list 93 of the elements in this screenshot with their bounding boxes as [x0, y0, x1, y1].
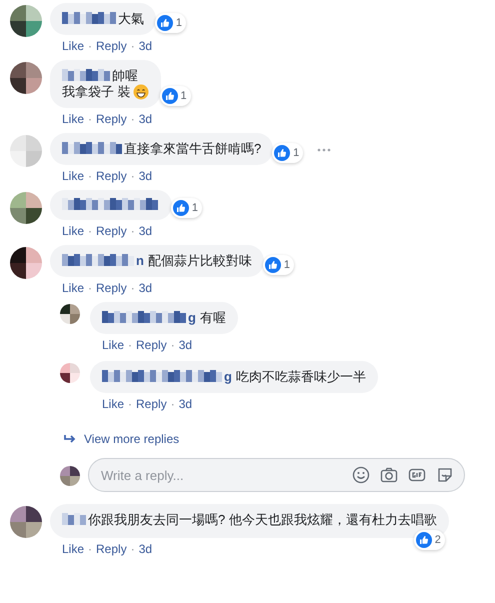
avatar[interactable] [60, 466, 80, 486]
reply-arrow-icon [64, 434, 76, 444]
like-link[interactable]: Like [102, 397, 124, 411]
separator-dot: · [170, 338, 175, 352]
avatar[interactable] [10, 192, 42, 224]
reply-link[interactable]: Reply [96, 224, 127, 238]
reaction-count: 1 [293, 146, 300, 161]
pixelated-name[interactable] [62, 513, 86, 527]
reaction-count: 1 [176, 16, 182, 31]
avatar[interactable] [10, 5, 42, 37]
timestamp: 3d [138, 224, 152, 238]
separator-dot: · [88, 542, 92, 556]
separator-dot: · [88, 281, 92, 295]
separator-dot: · [130, 281, 135, 295]
author-name[interactable]: g [224, 369, 232, 385]
reply-link[interactable]: Reply [96, 281, 127, 295]
gif-icon[interactable] [408, 466, 426, 484]
timestamp: 3d [178, 397, 192, 411]
thumbs-up-icon [162, 88, 178, 104]
reaction-badge[interactable]: 1 [272, 143, 304, 163]
pixelated-name[interactable] [102, 370, 222, 384]
reply-link[interactable]: Reply [136, 338, 167, 352]
reaction-badge[interactable]: 1 [262, 255, 294, 275]
timestamp: 3d [138, 542, 152, 556]
like-link[interactable]: Like [62, 39, 84, 53]
separator-dot: · [88, 169, 92, 183]
separator-dot: · [130, 39, 135, 53]
reaction-count: 2 [434, 533, 441, 548]
author-name[interactable]: g [188, 310, 196, 326]
separator-dot: · [130, 112, 135, 126]
comment-text: 配個蒜片比較對味 [148, 253, 252, 269]
author-name[interactable]: n [136, 253, 144, 269]
like-link[interactable]: Like [62, 281, 84, 295]
like-link[interactable]: Like [62, 224, 84, 238]
separator-dot: · [128, 338, 132, 352]
smiley-icon[interactable] [352, 466, 370, 484]
like-link[interactable]: Like [62, 112, 84, 126]
comment-text: 吃肉不吃蒜香味少一半 [236, 369, 366, 385]
reply-link[interactable]: Reply [96, 169, 127, 183]
comment-text: 大氣 [118, 11, 144, 27]
reaction-count: 1 [284, 258, 290, 273]
thumbs-up-icon [274, 145, 290, 161]
camera-icon[interactable] [380, 466, 398, 484]
thumbs-up-icon [156, 15, 173, 31]
pixelated-name[interactable] [102, 311, 186, 325]
reaction-badge[interactable]: 1 [154, 13, 186, 33]
comment-text: 你跟我朋友去同一場嗎? 他今天也跟我炫耀，還有杜力去唱歌 [88, 512, 437, 528]
like-link[interactable]: Like [62, 169, 84, 183]
separator-dot: · [88, 224, 92, 238]
reply-link[interactable]: Reply [96, 542, 127, 556]
separator-dot: · [130, 169, 135, 183]
pixelated-name[interactable] [62, 198, 158, 212]
comment-text: 我拿袋子 裝 [62, 84, 131, 100]
separator-dot: · [130, 224, 135, 238]
timestamp: 3d [138, 112, 152, 126]
pixelated-name[interactable] [62, 12, 116, 26]
reaction-count: 1 [192, 201, 198, 216]
timestamp: 3d [138, 169, 152, 183]
separator-dot: · [128, 397, 132, 411]
reaction-badge[interactable]: 1 [170, 198, 202, 218]
separator-dot: · [88, 112, 92, 126]
reply-field[interactable]: Write a reply... [88, 458, 465, 492]
reply-link[interactable]: Reply [136, 397, 167, 411]
pixelated-name[interactable] [62, 142, 122, 156]
like-link[interactable]: Like [102, 338, 124, 352]
comment-text: 帥喔 [112, 68, 138, 84]
comment-text: 直接拿來當牛舌餅啃嗎? [124, 141, 262, 157]
reply-input-field[interactable]: Write a reply... [99, 466, 352, 484]
timestamp: 3d [138, 281, 152, 295]
thumbs-up-icon [172, 200, 189, 216]
separator-dot: · [88, 39, 92, 53]
separator-dot: · [170, 397, 175, 411]
timestamp: 3d [138, 39, 152, 53]
avatar[interactable] [10, 506, 42, 538]
pixelated-name[interactable] [62, 69, 110, 83]
timestamp: 3d [178, 338, 192, 352]
avatar[interactable] [60, 304, 80, 324]
comment-text: 有喔 [200, 310, 226, 326]
avatar[interactable] [10, 62, 42, 94]
reaction-count: 1 [180, 89, 187, 104]
avatar[interactable] [10, 247, 42, 279]
like-link[interactable]: Like [62, 542, 84, 556]
view-more-replies-link[interactable]: View more replies [60, 420, 180, 458]
reply-link[interactable]: Reply [96, 112, 127, 126]
separator-dot: · [130, 542, 135, 556]
pixelated-name[interactable] [62, 254, 134, 268]
thumbs-up-icon [264, 257, 281, 273]
reaction-badge[interactable]: 1 [160, 86, 191, 106]
reaction-badge[interactable]: 2 [414, 530, 445, 550]
sticker-icon[interactable] [436, 466, 454, 484]
avatar[interactable] [60, 363, 80, 383]
reply-link[interactable]: Reply [96, 39, 127, 53]
thumbs-up-icon [416, 532, 432, 548]
